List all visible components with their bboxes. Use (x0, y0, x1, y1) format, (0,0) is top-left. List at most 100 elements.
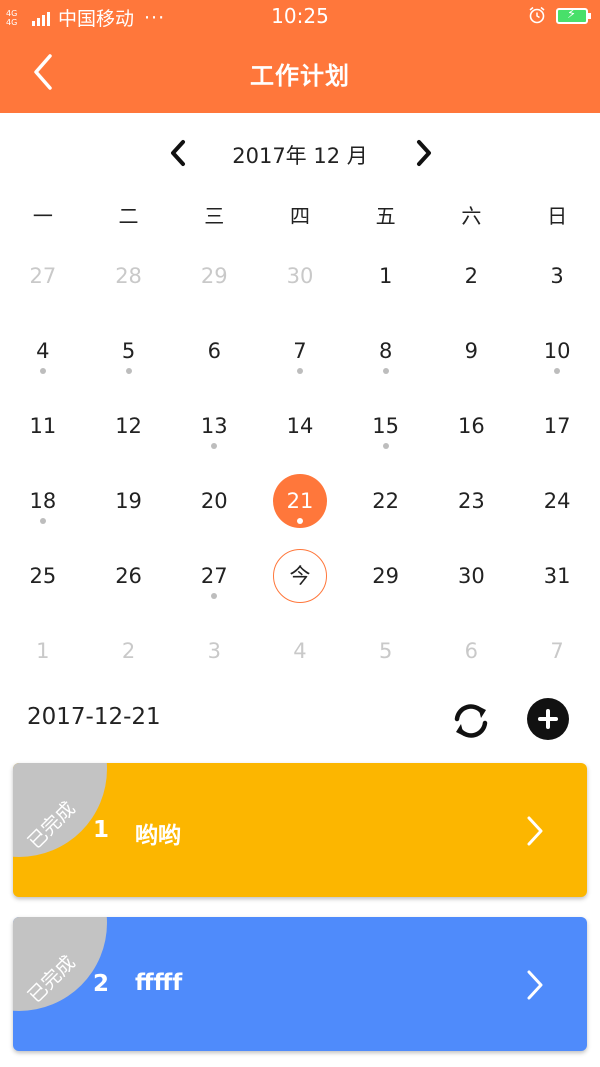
add-task-button[interactable] (527, 698, 569, 740)
calendar-day[interactable]: 11 (0, 388, 86, 463)
calendar-day[interactable]: 14 (257, 388, 343, 463)
calendar-day[interactable]: 24 (514, 463, 600, 538)
calendar-day[interactable]: 30 (257, 238, 343, 313)
weekday-label: 四 (289, 204, 310, 228)
calendar-day-today[interactable]: 今 (257, 538, 343, 613)
calendar-day-number: 8 (378, 339, 393, 363)
calendar-day-number: 2 (464, 264, 479, 288)
selected-date-bar: 2017-12-21 (0, 690, 600, 750)
calendar-day[interactable]: 20 (171, 463, 257, 538)
calendar-day[interactable]: 7 (257, 313, 343, 388)
calendar-day[interactable]: 5 (343, 613, 429, 688)
refresh-icon[interactable] (448, 698, 494, 744)
calendar-day-number: 15 (372, 414, 400, 438)
calendar-day-number: 今 (289, 564, 311, 588)
calendar-day[interactable]: 17 (514, 388, 600, 463)
chevron-right-icon (527, 970, 543, 1000)
calendar-week-row: 27 28 29 30 1 2 3 (0, 238, 600, 313)
calendar-day[interactable]: 8 (343, 313, 429, 388)
calendar-day-number: 21 (286, 489, 314, 513)
calendar-day[interactable]: 6 (171, 313, 257, 388)
alarm-icon (529, 6, 545, 24)
calendar-day[interactable]: 5 (86, 313, 172, 388)
calendar-day-selected[interactable]: 21 (257, 463, 343, 538)
top-bar: 4G 4G 中国移动 ··· 10:25 ⚡ 工作计划 (0, 0, 600, 113)
event-dot-indicator (382, 443, 389, 449)
calendar-day-number: 28 (115, 264, 142, 288)
calendar-day[interactable]: 1 (343, 238, 429, 313)
calendar-day-number: 3 (207, 639, 221, 663)
calendar-day[interactable]: 6 (429, 613, 515, 688)
calendar-week-row: 11 12 13 14 15 16 17 (0, 388, 600, 463)
calendar-day[interactable]: 28 (86, 238, 172, 313)
month-label: 2017年 12 月 (232, 144, 368, 168)
calendar-day[interactable]: 18 (0, 463, 86, 538)
previous-month-button[interactable] (164, 138, 194, 168)
calendar-day-number: 1 (378, 264, 393, 288)
calendar-day[interactable]: 2 (429, 238, 515, 313)
calendar-day-number: 22 (372, 489, 400, 513)
calendar-day-number: 2 (121, 639, 136, 663)
calendar-week-row: 18 19 20 21 22 23 24 (0, 463, 600, 538)
calendar-day-number: 23 (458, 489, 485, 513)
calendar-day[interactable]: 16 (429, 388, 515, 463)
calendar-day[interactable]: 10 (514, 313, 600, 388)
calendar-day-number: 6 (464, 639, 479, 663)
task-card[interactable]: 已完成 1 哟哟 (13, 763, 587, 897)
calendar-day[interactable]: 27 (171, 538, 257, 613)
calendar-day[interactable]: 22 (343, 463, 429, 538)
calendar-day[interactable]: 29 (171, 238, 257, 313)
event-dot-indicator (554, 368, 561, 374)
calendar-day-number: 5 (121, 339, 136, 363)
calendar-day[interactable]: 27 (0, 238, 86, 313)
calendar-week-row: 25 26 27 今 29 30 31 (0, 538, 600, 613)
event-dot-indicator (211, 593, 218, 599)
calendar-day-number: 1 (36, 639, 50, 663)
calendar-day[interactable]: 7 (514, 613, 600, 688)
task-index: 1 (93, 817, 110, 843)
calendar-day-number: 27 (200, 564, 228, 588)
task-name: 哟哟 (135, 823, 181, 849)
calendar-day-number: 12 (115, 414, 142, 438)
calendar-day[interactable]: 4 (257, 613, 343, 688)
calendar-day[interactable]: 26 (86, 538, 172, 613)
weekday-label: 一 (32, 204, 53, 228)
calendar-day[interactable]: 12 (86, 388, 172, 463)
calendar-day-number: 3 (550, 264, 564, 288)
calendar-day[interactable]: 19 (86, 463, 172, 538)
calendar-day[interactable]: 23 (429, 463, 515, 538)
event-dot-indicator (125, 368, 132, 374)
weekday-label: 二 (118, 204, 139, 228)
weekday-label: 五 (375, 204, 396, 228)
calendar-day[interactable]: 30 (429, 538, 515, 613)
calendar-day[interactable]: 25 (0, 538, 86, 613)
calendar-day[interactable]: 29 (343, 538, 429, 613)
next-month-button[interactable] (408, 138, 438, 168)
calendar-day[interactable]: 2 (86, 613, 172, 688)
calendar-day[interactable]: 3 (171, 613, 257, 688)
calendar-day-number: 19 (115, 489, 142, 513)
selected-date: 2017-12-21 (27, 704, 161, 730)
calendar-day-number: 24 (543, 489, 571, 513)
event-dot-indicator (296, 518, 303, 524)
battery-icon: ⚡ (556, 7, 591, 24)
calendar-day-number: 10 (543, 339, 571, 363)
calendar-day-number: 13 (200, 414, 228, 438)
calendar-day[interactable]: 4 (0, 313, 86, 388)
calendar-day-number: 4 (293, 639, 307, 663)
calendar-day-number: 5 (378, 639, 393, 663)
calendar-day[interactable]: 9 (429, 313, 515, 388)
calendar-day-number: 25 (29, 564, 57, 588)
calendar-day[interactable]: 15 (343, 388, 429, 463)
calendar-day[interactable]: 31 (514, 538, 600, 613)
calendar-day[interactable]: 13 (171, 388, 257, 463)
event-dot-indicator (39, 368, 46, 374)
weekday-header: 一 二 三 四 五 六 日 (0, 200, 600, 229)
status-time: 10:25 (271, 4, 329, 28)
calendar-day[interactable]: 3 (514, 238, 600, 313)
calendar-day-number: 18 (29, 489, 57, 513)
event-dot-indicator (211, 443, 218, 449)
task-card[interactable]: 已完成 2 fffff (13, 917, 587, 1051)
weekday-label: 日 (547, 204, 568, 228)
calendar-day[interactable]: 1 (0, 613, 86, 688)
